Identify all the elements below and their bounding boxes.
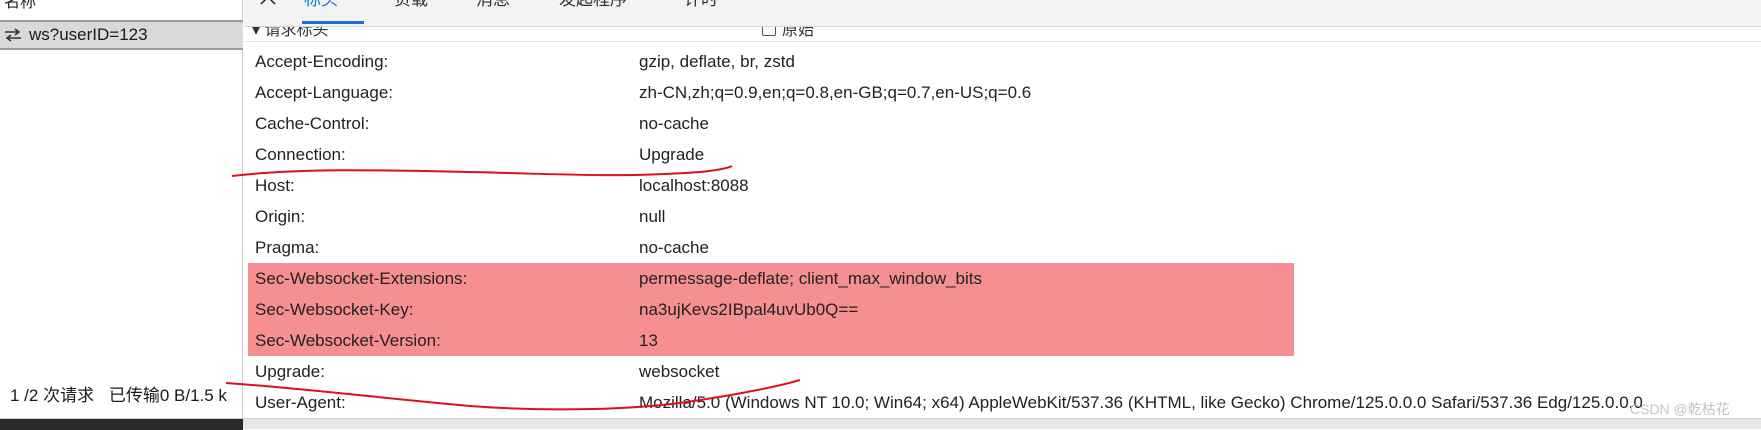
header-row: Accept-Language: zh-CN,zh;q=0.9,en;q=0.8,…	[244, 77, 1761, 108]
header-value: na3ujKevs2IBpal4uvUb0Q==	[639, 299, 859, 319]
header-name: Origin:	[255, 206, 306, 226]
header-value: localhost:8088	[639, 175, 749, 195]
header-name: User-Agent:	[255, 392, 346, 412]
tab-timing[interactable]: 计时	[684, 0, 718, 11]
header-value: zh-CN,zh;q=0.9,en;q=0.8,en-GB;q=0.7,en-U…	[639, 82, 1032, 102]
header-value: Mozilla/5.0 (Windows NT 10.0; Win64; x64…	[639, 392, 1643, 412]
header-row: Accept-Encoding: gzip, deflate, br, zstd	[244, 46, 1761, 77]
watermark: CSDN @乾枯花	[1630, 401, 1730, 417]
header-name: Sec-Websocket-Version:	[255, 330, 441, 350]
active-tab-indicator	[302, 21, 364, 24]
request-headers-section-header[interactable]: ▾ 请求标头 原始	[244, 27, 1761, 42]
tab-headers[interactable]: 标头	[304, 0, 338, 11]
header-row: User-Agent: Mozilla/5.0 (Windows NT 10.0;…	[244, 387, 1761, 418]
request-list-panel: 名称 ws?userID=123 1 /2 次请求 已传输0 B/1.5 k	[0, 0, 243, 429]
websocket-arrows-icon	[5, 28, 21, 42]
header-row: Sec-Websocket-Extensions: permessage-defl…	[244, 263, 1761, 294]
name-column-header[interactable]: 名称	[0, 0, 243, 14]
header-row: Upgrade: websocket	[244, 356, 1761, 387]
header-name: Host:	[255, 175, 295, 195]
header-name: Sec-Websocket-Extensions:	[255, 268, 468, 288]
header-name: Sec-Websocket-Key:	[255, 299, 414, 319]
header-name: Upgrade:	[255, 361, 325, 381]
header-name: Connection:	[255, 144, 346, 164]
detail-tabs-bar: 标头 负载 消息 发起程序 计时	[244, 0, 1761, 27]
header-name: Accept-Encoding:	[255, 51, 389, 71]
raw-checkbox[interactable]	[762, 27, 776, 36]
header-value: gzip, deflate, br, zstd	[639, 51, 795, 71]
header-row: Cache-Control: no-cache	[244, 108, 1761, 139]
tab-payload[interactable]: 负载	[394, 0, 428, 11]
header-name: Accept-Language:	[255, 82, 393, 102]
header-row: Pragma: no-cache	[244, 232, 1761, 263]
request-count: 1 /2 次请求	[10, 386, 95, 405]
taskbar-edge	[0, 419, 243, 430]
request-row-websocket[interactable]: ws?userID=123	[0, 20, 243, 50]
header-value: no-cache	[639, 113, 709, 133]
header-value: Upgrade	[639, 144, 705, 164]
tab-messages[interactable]: 消息	[476, 0, 510, 11]
close-icon[interactable]	[256, 0, 280, 16]
section-title[interactable]: ▾ 请求标头	[252, 27, 328, 40]
header-row: Sec-Websocket-Version: 13	[244, 325, 1761, 356]
header-name: Pragma:	[255, 237, 320, 257]
tab-initiator[interactable]: 发起程序	[559, 0, 627, 11]
horizontal-scrollbar[interactable]	[0, 418, 1761, 430]
header-value: 13	[639, 330, 658, 350]
header-value: permessage-deflate; client_max_window_bi…	[639, 268, 983, 288]
header-row: Host: localhost:8088	[244, 170, 1761, 201]
header-row: Origin: null	[244, 201, 1761, 232]
request-name: ws?userID=123	[29, 25, 148, 44]
header-value: no-cache	[639, 237, 709, 257]
header-row: Sec-Websocket-Key: na3ujKevs2IBpal4uvUb0Q…	[244, 294, 1761, 325]
status-bar: 1 /2 次请求 已传输0 B/1.5 k	[0, 382, 243, 410]
transferred-size: 已传输0 B/1.5 k	[108, 386, 227, 405]
request-headers-table: Accept-Encoding: gzip, deflate, br, zstd A…	[244, 46, 1761, 418]
header-value: websocket	[639, 361, 720, 381]
raw-checkbox-label: 原始	[782, 27, 815, 39]
header-name: Cache-Control:	[255, 113, 370, 133]
header-value: null	[639, 206, 666, 226]
header-row: Connection: Upgrade	[244, 139, 1761, 170]
